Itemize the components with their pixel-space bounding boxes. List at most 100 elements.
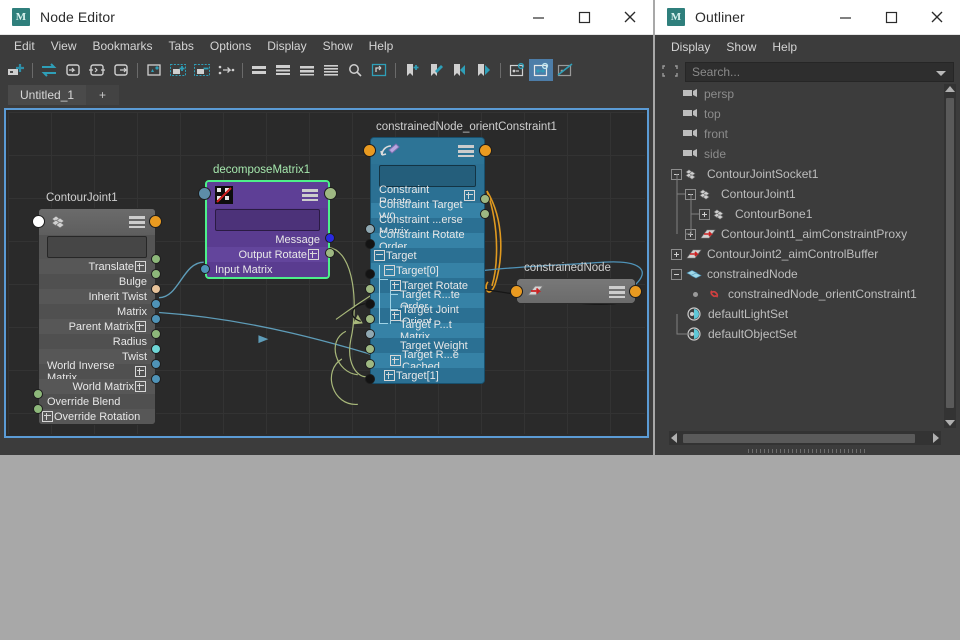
port-input-matrix[interactable]: [200, 264, 210, 274]
outliner-item-contourbone1[interactable]: ContourBone1: [657, 204, 936, 224]
node-editor-tabbar[interactable]: Untitled_1 +: [0, 83, 653, 105]
simple-view-icon[interactable]: [247, 59, 271, 81]
node-decomposematrix1[interactable]: decomposeMatrix1 Message Output Rotate I…: [198, 164, 337, 279]
collapse-minus-icon[interactable]: [685, 188, 696, 200]
dg-traversal-on-icon[interactable]: [529, 59, 553, 81]
node-editor-titlebar[interactable]: M Node Editor: [0, 0, 653, 35]
close-icon[interactable]: [914, 0, 960, 34]
collapse-minus-icon[interactable]: [384, 265, 395, 276]
outliner-item-orientconstraint1[interactable]: constrainedNode_orientConstraint1: [657, 284, 936, 304]
port-constraint-target-w0[interactable]: [480, 209, 490, 219]
node-contourjoint1[interactable]: ContourJoint1 Translate Bulge Inherit Tw…: [32, 192, 162, 425]
outliner-item-front[interactable]: front: [657, 124, 936, 144]
attr-override-blend[interactable]: Override Blend: [39, 394, 155, 409]
outliner-titlebar[interactable]: M Outliner: [655, 0, 960, 35]
node-output-port[interactable]: [149, 215, 162, 228]
create-node-icon[interactable]: [4, 59, 28, 81]
port-target-weight[interactable]: [365, 344, 375, 354]
outliner-item-defaultobjectset[interactable]: defaultObjectSet: [657, 324, 936, 344]
port-parent-matrix[interactable]: [151, 314, 161, 324]
scroll-down-icon[interactable]: [945, 420, 955, 426]
attr-target-parent-matrix[interactable]: Target P...t Matrix: [371, 319, 484, 343]
outliner-item-aimconstraintproxy[interactable]: ContourJoint1_aimConstraintProxy: [657, 224, 936, 244]
node-name-field[interactable]: [47, 236, 147, 258]
outliner-item-persp[interactable]: persp: [657, 84, 936, 104]
outliner-item-constrainednode[interactable]: constrainedNode: [657, 264, 936, 284]
viewport-3d[interactable]: [0, 455, 960, 640]
close-icon[interactable]: [607, 0, 653, 34]
port-target-1[interactable]: [365, 374, 375, 384]
attr-matrix[interactable]: Matrix: [39, 304, 155, 319]
port-target-parent-matrix[interactable]: [365, 329, 375, 339]
port-constraint-parent-inverse-matrix[interactable]: [365, 224, 375, 234]
swap-inputs-icon[interactable]: [37, 59, 61, 81]
node-input-port[interactable]: [363, 144, 376, 157]
expand-plus-icon[interactable]: [135, 321, 146, 332]
node-editor-menubar[interactable]: Edit View Bookmarks Tabs Options Display…: [0, 35, 653, 57]
node-header[interactable]: [517, 279, 635, 303]
port-target-rotate[interactable]: [365, 284, 375, 294]
input-output-connections-icon[interactable]: [85, 59, 109, 81]
node-header[interactable]: [371, 138, 484, 164]
menu-options[interactable]: Options: [202, 35, 259, 57]
node-menu-icon[interactable]: [129, 216, 145, 228]
expand-plus-icon[interactable]: [671, 248, 682, 260]
node-menu-icon[interactable]: [302, 189, 318, 201]
outliner-menubar[interactable]: Display Show Help: [655, 35, 960, 59]
node-output-port[interactable]: [479, 144, 492, 157]
menu-tabs[interactable]: Tabs: [161, 35, 202, 57]
bookmark-edit-icon[interactable]: [424, 59, 448, 81]
attr-message[interactable]: Message: [207, 232, 328, 247]
minimize-icon[interactable]: [515, 0, 561, 34]
outliner-horizontal-scrollbar[interactable]: [669, 431, 941, 445]
port-twist[interactable]: [151, 344, 161, 354]
node-constrainednode[interactable]: constrainedNode: [510, 262, 642, 304]
expand-plus-icon[interactable]: [390, 355, 401, 366]
bookmark-next-icon[interactable]: [472, 59, 496, 81]
input-connections-icon[interactable]: [61, 59, 85, 81]
outliner-item-defaultlightset[interactable]: defaultLightSet: [657, 304, 936, 324]
expand-plus-icon[interactable]: [699, 208, 710, 220]
port-target-0[interactable]: [365, 269, 375, 279]
attr-target-0[interactable]: Target[0]: [371, 263, 484, 278]
port-translate[interactable]: [151, 254, 161, 264]
port-override-rotation[interactable]: [33, 404, 43, 414]
attr-input-matrix[interactable]: Input Matrix: [207, 262, 328, 277]
attr-radius[interactable]: Radius: [39, 334, 155, 349]
attr-target-1[interactable]: Target[1]: [371, 368, 484, 383]
bookmark-prev-icon[interactable]: [448, 59, 472, 81]
attr-world-inverse-matrix[interactable]: World Inverse Matrix: [39, 360, 155, 384]
collapse-minus-icon[interactable]: [671, 268, 682, 280]
attr-bulge[interactable]: Bulge: [39, 274, 155, 289]
node-input-port[interactable]: [32, 215, 45, 228]
node-input-port[interactable]: [510, 285, 523, 298]
attr-inherit-twist[interactable]: Inherit Twist: [39, 289, 155, 304]
node-menu-icon[interactable]: [609, 286, 625, 298]
expand-plus-icon[interactable]: [308, 249, 319, 260]
outliner-menu-help[interactable]: Help: [764, 36, 805, 58]
port-bulge[interactable]: [151, 269, 161, 279]
dg-traversal-off-icon[interactable]: [505, 59, 529, 81]
custom-attributes-icon[interactable]: [319, 59, 343, 81]
resize-grip[interactable]: [747, 449, 868, 453]
search-icon[interactable]: [343, 59, 367, 81]
menu-help[interactable]: Help: [361, 35, 402, 57]
expand-plus-icon[interactable]: [42, 411, 53, 422]
outliner-search-bar[interactable]: Search...: [655, 59, 960, 85]
expand-plus-icon[interactable]: [135, 261, 146, 272]
outliner-menu-display[interactable]: Display: [663, 36, 718, 58]
port-inherit-twist[interactable]: [151, 284, 161, 294]
port-target-joint-orient[interactable]: [365, 314, 375, 324]
dg-traversal-none-icon[interactable]: [553, 59, 577, 81]
remove-selected-nodes-icon[interactable]: [190, 59, 214, 81]
graph-up-downstream-icon[interactable]: [214, 59, 238, 81]
expand-plus-icon[interactable]: [135, 366, 146, 377]
scroll-thumb-horizontal[interactable]: [683, 433, 915, 443]
expand-plus-icon[interactable]: [384, 370, 395, 381]
connected-attributes-icon[interactable]: [271, 59, 295, 81]
port-constraint-rotate[interactable]: [480, 194, 490, 204]
tab-add-button[interactable]: +: [86, 85, 120, 105]
port-world-matrix[interactable]: [151, 374, 161, 384]
add-selected-nodes-icon[interactable]: [166, 59, 190, 81]
output-connections-icon[interactable]: [109, 59, 133, 81]
